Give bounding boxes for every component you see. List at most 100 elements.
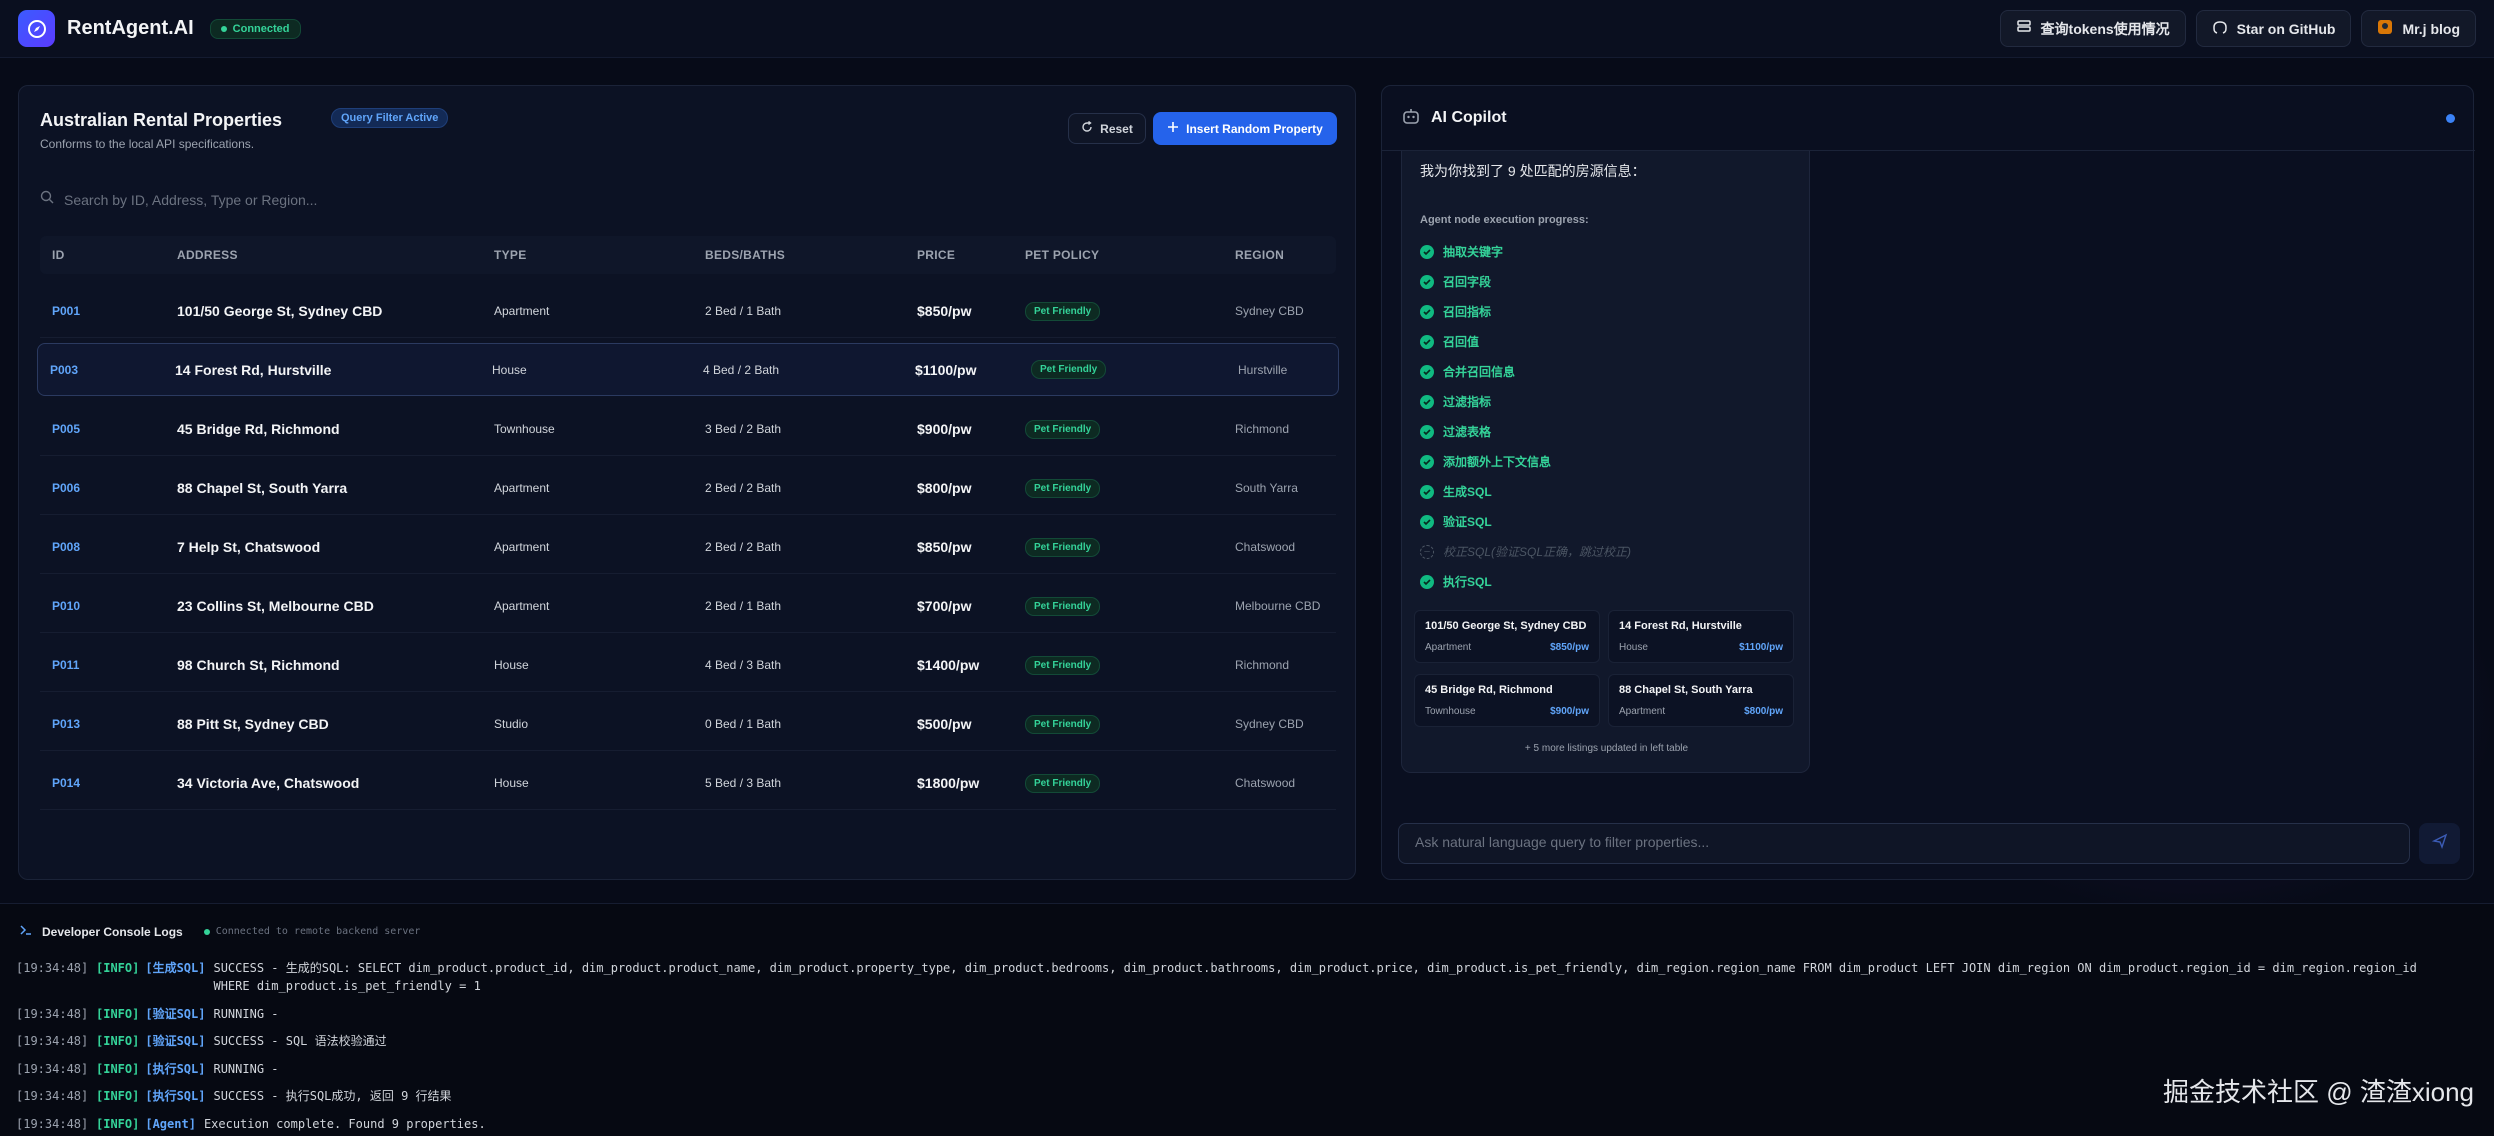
log-source: [验证SQL] [145,1007,206,1021]
card-type: House [1619,642,1648,653]
cell-id[interactable]: P008 [52,540,80,554]
column-header-beds-baths: BEDS/BATHS [705,248,786,262]
cell-id[interactable]: P001 [52,304,80,318]
reset-button[interactable]: Reset [1068,113,1146,144]
table-row[interactable]: P010 23 Collins St, Melbourne CBD Apartm… [40,580,1336,633]
plus-icon [1167,121,1179,136]
result-card[interactable]: 45 Bridge Rd, Richmond Townhouse $900/pw [1414,674,1600,727]
insert-random-property-button[interactable]: Insert Random Property [1153,112,1337,145]
log-timestamp: [19:34:48] [16,1062,89,1076]
cell-type: House [492,362,527,377]
cell-id[interactable]: P006 [52,481,80,495]
step-label: 过滤表格 [1443,425,1492,439]
cell-address: 88 Pitt St, Sydney CBD [177,716,329,732]
column-header-pet-policy: PET POLICY [1025,248,1100,262]
cell-address: 23 Collins St, Melbourne CBD [177,598,374,614]
copilot-header: AI Copilot [1382,86,2475,151]
search-input[interactable] [64,191,1264,208]
cell-price: $800/pw [917,480,972,496]
token-usage-label: 查询tokens使用情况 [2040,20,2170,37]
log-entry: [19:34:48] [INFO] [生成SQL] SUCCESS - 生成的SQL:… [16,959,2453,995]
message-title: 我为你找到了 9 处匹配的房源信息： [1420,163,1646,179]
cell-id[interactable]: P011 [52,658,79,672]
table-row[interactable]: P013 88 Pitt St, Sydney CBD Studio 0 Bed… [40,698,1336,751]
table-row-selected[interactable]: P003 14 Forest Rd, Hurstville House 4 Be… [37,343,1339,396]
github-star-button[interactable]: Star on GitHub [2195,10,2352,47]
progress-step: 验证SQL [1420,513,1492,530]
cell-region: Richmond [1235,422,1290,436]
check-circle-icon [1420,274,1434,289]
step-label: 验证SQL [1443,515,1492,529]
insert-label: Insert Random Property [1186,121,1323,136]
cell-id[interactable]: P003 [50,363,78,377]
log-text: SUCCESS - 生成的SQL: SELECT dim_product.pro… [213,961,2417,993]
log-text: Execution complete. Found 9 properties. [203,1117,486,1131]
top-bar: RentAgent.AI Connected 查询tokens使用情况 Star… [0,0,2494,58]
cell-price: $1400/pw [917,657,980,673]
pet-friendly-badge: Pet Friendly [1025,537,1101,557]
table-row[interactable]: P005 45 Bridge Rd, Richmond Townhouse 3 … [40,403,1336,456]
chat-query-input[interactable] [1415,834,2385,850]
table-row[interactable]: P014 34 Victoria Ave, Chatswood House 5 … [40,757,1336,810]
check-circle-icon [1420,334,1434,349]
cell-id[interactable]: P010 [52,599,80,613]
cell-price: $1100/pw [915,361,977,378]
cell-region: Hurstville [1238,362,1288,377]
cell-type: House [494,776,529,790]
cell-type: Apartment [494,481,550,495]
result-card[interactable]: 14 Forest Rd, Hurstville House $1100/pw [1608,610,1794,663]
progress-label: Agent node execution progress: [1420,214,1589,226]
log-text: SUCCESS - 执行SQL成功, 返回 9 行结果 [213,1089,452,1103]
result-card[interactable]: 88 Chapel St, South Yarra Apartment $800… [1608,674,1794,727]
send-button[interactable] [2419,823,2460,864]
connection-label: Connected [232,22,290,35]
result-card[interactable]: 101/50 George St, Sydney CBD Apartment $… [1414,610,1600,663]
pet-friendly-badge: Pet Friendly [1025,714,1101,734]
progress-step-skipped: – 校正SQL(验证SQL正确，跳过校正) [1420,543,1631,560]
cell-address: 101/50 George St, Sydney CBD [177,303,383,319]
log-text: RUNNING - [213,1007,279,1021]
console-title: Developer Console Logs [42,924,183,939]
cell-region: Chatswood [1235,540,1296,554]
log-entry: [19:34:48] [INFO] [Agent] Execution complet… [16,1115,2444,1133]
progress-step: 生成SQL [1420,483,1492,500]
log-source: [Agent] [145,1117,196,1131]
more-listings-note: + 5 more listings updated in left table [1524,743,1689,754]
watermark: 掘金技术社区 @ 渣渣xiong [2163,1077,2474,1107]
step-label: 执行SQL [1443,575,1492,589]
log-level: [INFO] [96,1034,140,1048]
table-row[interactable]: P006 88 Chapel St, South Yarra Apartment… [40,462,1336,515]
cell-price: $1800/pw [917,775,980,791]
log-level: [INFO] [96,1089,140,1103]
pet-friendly-badge: Pet Friendly [1025,478,1101,498]
table-row[interactable]: P008 7 Help St, Chatswood Apartment 2 Be… [40,521,1336,574]
step-label: 召回值 [1443,335,1480,349]
pet-friendly-badge: Pet Friendly [1025,419,1101,439]
cell-id[interactable]: P014 [52,776,80,790]
step-label: 过滤指标 [1443,395,1492,409]
cell-region: Melbourne CBD [1235,599,1321,613]
cell-type: Apartment [494,540,550,554]
log-timestamp: [19:34:48] [16,1117,89,1131]
log-entry: [19:34:48] [INFO] [执行SQL] RUNNING - [16,1060,2453,1078]
console-status-label: Connected to remote backend server [215,926,421,937]
step-label: 召回指标 [1443,305,1492,319]
skipped-circle-icon: – [1420,544,1434,559]
table-row[interactable]: P011 98 Church St, Richmond House 4 Bed … [40,639,1336,692]
token-usage-button[interactable]: 查询tokens使用情况 [1999,10,2186,47]
progress-step: 过滤指标 [1420,393,1491,410]
blog-button[interactable]: Mr.j blog [2361,10,2476,47]
cell-type: Studio [494,717,529,731]
step-label: 召回字段 [1443,275,1492,289]
cell-id[interactable]: P005 [52,422,80,436]
table-row[interactable]: P001 101/50 George St, Sydney CBD Apartm… [40,285,1336,338]
log-source: [验证SQL] [145,1034,206,1048]
blog-label: Mr.j blog [2402,20,2460,37]
log-level: [INFO] [96,1117,140,1131]
cell-region: Richmond [1235,658,1290,672]
log-timestamp: [19:34:48] [16,961,89,975]
log-timestamp: [19:34:48] [16,1007,89,1021]
cell-id[interactable]: P013 [52,717,80,731]
developer-console: Developer Console Logs Connected to remo… [0,903,2494,1136]
database-icon [2016,19,2032,38]
